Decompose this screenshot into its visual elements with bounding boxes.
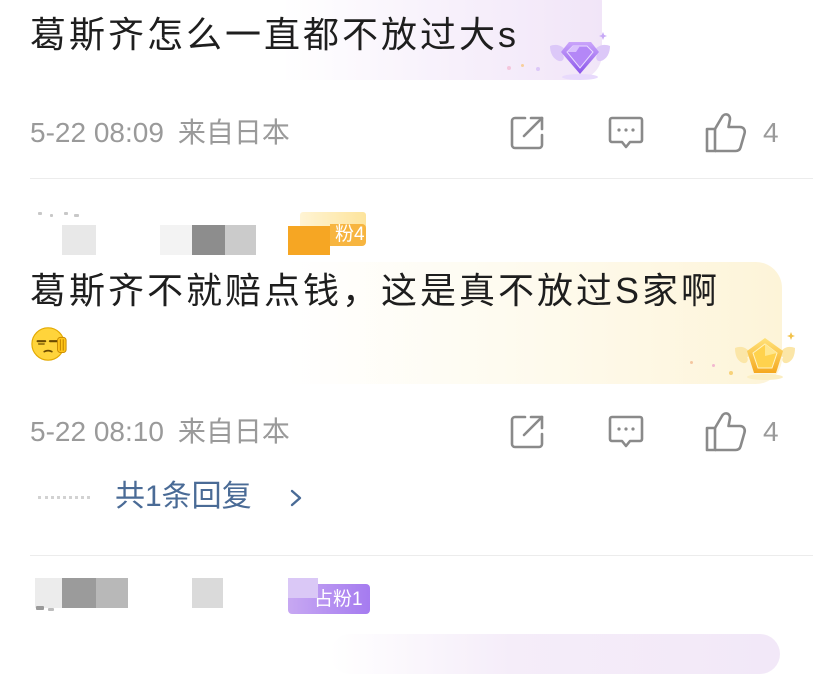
redacted-speck <box>38 212 42 215</box>
sparkle-dot <box>536 67 540 71</box>
divider <box>30 178 813 179</box>
redacted-username <box>96 578 128 608</box>
chevron-right-icon[interactable] <box>289 488 303 508</box>
comment-bubble <box>330 634 780 674</box>
sparkle-dot <box>690 361 693 364</box>
redacted-speck <box>36 606 44 610</box>
sparkle-dot <box>507 66 511 70</box>
thumbs-up-icon[interactable] <box>703 111 747 155</box>
comment-text: 葛斯齐不就赔点钱，这是真不放过S家啊 <box>30 271 721 311</box>
purple-diamond-badge-icon[interactable] <box>548 30 612 82</box>
comment-icon[interactable] <box>606 412 646 452</box>
gold-pentagon-badge-icon[interactable] <box>733 330 797 382</box>
share-icon[interactable] <box>507 412 547 452</box>
fan-badge-label: 占粉1 <box>314 589 363 610</box>
sparkle-dot <box>712 364 715 367</box>
comment-text: 葛斯齐怎么一直都不放过大s <box>30 15 520 55</box>
comment-time: 5-22 08:09 <box>30 117 164 148</box>
redacted-username <box>160 225 192 255</box>
like-count: 4 <box>763 117 779 148</box>
comment-location: 来自日本 <box>177 117 290 148</box>
thumbs-up-icon[interactable] <box>703 410 747 454</box>
redacted-username <box>192 578 223 608</box>
redacted-speck <box>74 214 79 217</box>
redacted-username <box>225 225 256 255</box>
redacted-speck <box>48 608 54 611</box>
comment-icon[interactable] <box>606 113 646 153</box>
redacted-speck <box>64 212 68 215</box>
squint-face-emoji-icon <box>30 325 68 363</box>
reply-leader-dots <box>38 496 90 499</box>
fan-badge-label: 粉4 <box>335 224 365 245</box>
comment-meta: 5-22 08:09 来自日本 <box>30 113 290 153</box>
like-count: 4 <box>763 416 779 447</box>
share-icon[interactable] <box>507 113 547 153</box>
divider <box>30 555 813 556</box>
redacted-username <box>192 225 225 255</box>
redacted-speck <box>50 214 53 217</box>
fan-badge[interactable]: 粉4 <box>288 212 366 255</box>
view-replies-link[interactable]: 共1条回复 <box>115 477 252 517</box>
comment-time: 5-22 08:10 <box>30 416 164 447</box>
redacted-avatar <box>62 225 96 255</box>
redacted-avatar <box>35 578 62 608</box>
comment-location: 来自日本 <box>177 416 290 447</box>
sparkle-dot <box>521 64 524 67</box>
fan-badge-block <box>288 226 330 255</box>
fan-badge[interactable]: 占粉1 <box>288 578 370 618</box>
comment-meta: 5-22 08:10 来自日本 <box>30 412 290 452</box>
redacted-username <box>62 578 96 608</box>
